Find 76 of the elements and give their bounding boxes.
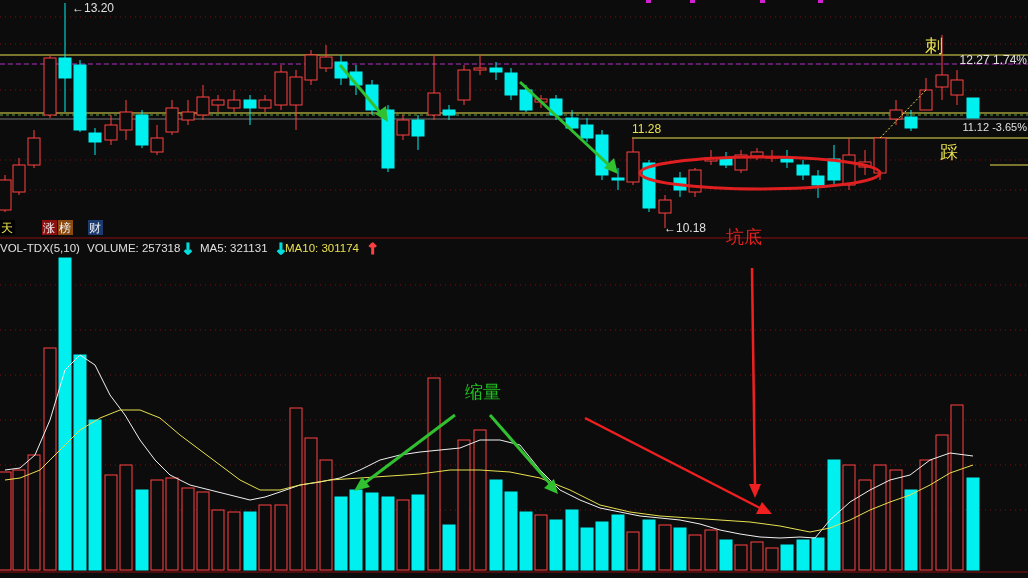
volume-bar xyxy=(227,511,241,571)
info-badge[interactable]: 天 xyxy=(0,220,15,235)
candlestick xyxy=(181,99,195,126)
candlestick xyxy=(750,147,764,161)
volume-bar xyxy=(626,531,640,571)
indicator-value: MA10: 301174 xyxy=(285,242,359,254)
candlestick xyxy=(12,157,26,196)
candlestick xyxy=(811,169,825,199)
trend-arrow: ↓ xyxy=(181,240,195,258)
volume-bar xyxy=(258,504,272,571)
candlestick xyxy=(135,109,149,149)
candlestick xyxy=(796,159,810,181)
candlestick xyxy=(349,64,363,96)
volume-bar xyxy=(811,537,825,571)
volume-bar xyxy=(688,534,702,571)
info-badge[interactable]: 涨 xyxy=(42,220,57,235)
info-badge[interactable]: 财 xyxy=(88,220,103,235)
candlestick xyxy=(827,144,841,186)
volume-bar xyxy=(595,521,609,571)
candlestick xyxy=(889,99,903,126)
price-label: 11.28 xyxy=(632,122,662,136)
volume-bar xyxy=(549,519,563,571)
chart-annotation: 缩量 xyxy=(465,381,501,402)
candlestick xyxy=(334,54,348,86)
volume-bar xyxy=(396,499,410,571)
volume-bar xyxy=(719,539,733,571)
candlestick xyxy=(274,64,288,111)
volume-bar xyxy=(642,519,656,571)
volume-bar xyxy=(750,541,764,571)
candlestick xyxy=(27,129,41,169)
chart-annotation: 坑底 xyxy=(726,226,762,247)
price-label: ←13.20 xyxy=(72,1,115,15)
volume-bar xyxy=(211,509,225,571)
volume-bar xyxy=(704,529,718,571)
volume-bar xyxy=(673,527,687,571)
candlestick xyxy=(411,114,425,151)
indicator-value: MA5: 321131 xyxy=(200,242,268,254)
candlestick xyxy=(688,167,702,198)
volume-bar xyxy=(658,524,672,571)
volume-bar xyxy=(765,547,779,571)
indicator-value: VOLUME: 257318 xyxy=(87,242,181,254)
trend-line xyxy=(879,89,927,139)
volume-bar xyxy=(519,511,533,571)
price-label: ←10.18 xyxy=(664,221,707,235)
volume-bar xyxy=(580,527,594,571)
candlestick xyxy=(0,174,12,213)
candlestick xyxy=(150,124,164,156)
candlestick xyxy=(104,114,118,146)
volume-bar xyxy=(534,514,548,571)
candlestick xyxy=(704,149,718,166)
volume-bar xyxy=(243,511,257,571)
volume-bar xyxy=(565,509,579,571)
trend-arrow: ↑ xyxy=(366,240,379,258)
chart-annotation: 踩 xyxy=(940,141,958,162)
volume-bar xyxy=(796,539,810,571)
volume-bar xyxy=(734,544,748,571)
candlestick xyxy=(780,149,794,169)
chart-annotation: 刺 xyxy=(925,35,943,56)
annotation-arrow xyxy=(338,64,388,122)
candlestick xyxy=(227,89,241,113)
candlestick xyxy=(365,79,379,116)
volume-bar xyxy=(611,514,625,571)
candlestick xyxy=(165,99,179,136)
price-label: 12.27 1.74% xyxy=(959,53,1027,67)
candlestick xyxy=(673,171,687,198)
volume-bar xyxy=(780,544,794,571)
indicator-name: VOL-TDX(5,10) xyxy=(0,242,80,254)
candlestick xyxy=(734,149,748,174)
candlestick xyxy=(719,151,733,169)
candlestick xyxy=(319,44,333,73)
info-badge[interactable]: 榜 xyxy=(58,220,73,235)
candlestick xyxy=(966,97,980,119)
candlestick xyxy=(473,54,487,76)
price-label: 11.12 -3.65% xyxy=(962,121,1027,133)
candlestick xyxy=(842,137,856,191)
candlestick xyxy=(119,99,133,141)
